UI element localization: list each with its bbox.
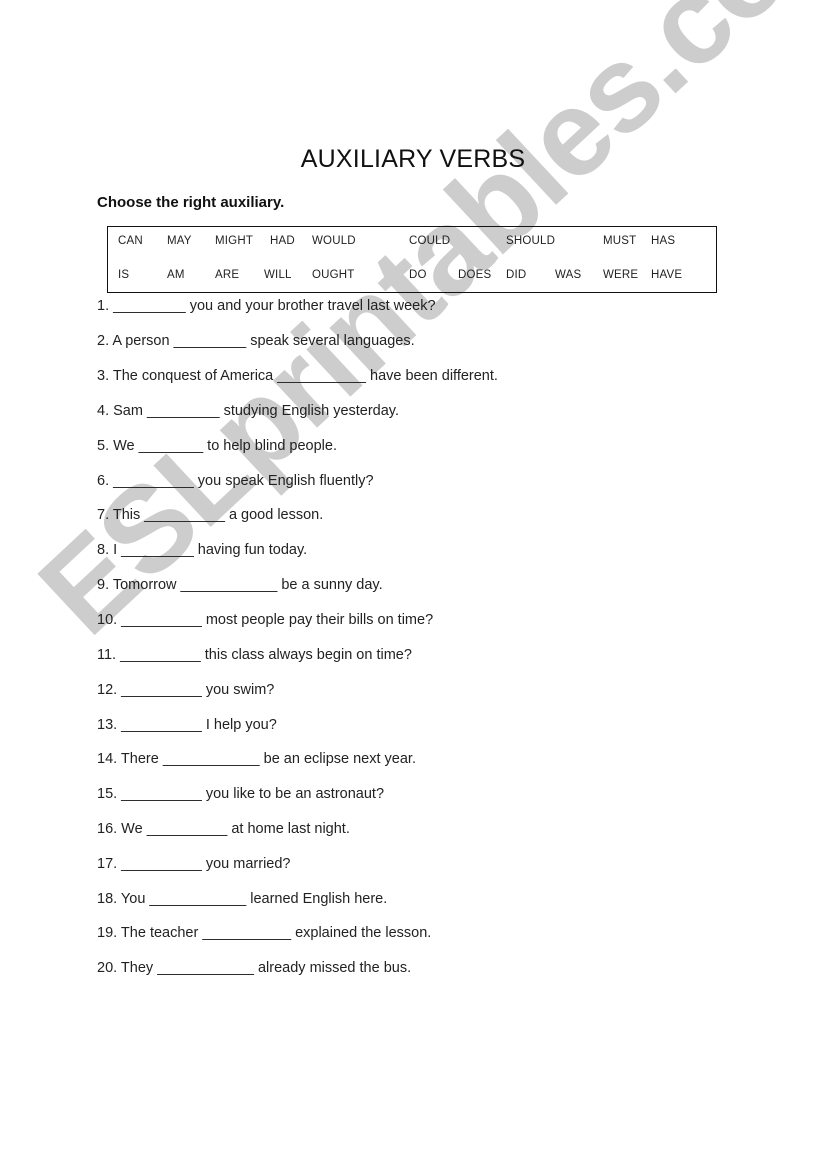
question-item: 5. We ________ to help blind people.	[97, 438, 337, 454]
question-item: 14. There ____________ be an eclipse nex…	[97, 751, 416, 767]
word-bank-item: COULD	[409, 235, 451, 247]
word-bank-item: DO	[409, 269, 427, 281]
word-bank-box: CAN MAY MIGHT HAD WOULD COULD SHOULD MUS…	[107, 226, 717, 293]
question-item: 16. We __________ at home last night.	[97, 821, 350, 837]
word-bank-item: MUST	[603, 235, 637, 247]
word-bank-item: HAVE	[651, 269, 683, 281]
question-item: 19. The teacher ___________ explained th…	[97, 925, 432, 941]
question-item: 4. Sam _________ studying English yester…	[97, 403, 400, 419]
instruction-text: Choose the right auxiliary.	[97, 194, 285, 211]
word-bank-item: DID	[506, 269, 527, 281]
question-item: 2. A person _________ speak several lang…	[97, 333, 415, 349]
question-item: 17. __________ you married?	[97, 856, 291, 872]
question-item: 10. __________ most people pay their bil…	[97, 612, 434, 628]
word-bank-item: WOULD	[312, 235, 356, 247]
word-bank-item: MIGHT	[215, 235, 254, 247]
question-item: 1. _________ you and your brother travel…	[97, 298, 436, 314]
word-bank-item: WERE	[603, 269, 639, 281]
question-item: 13. __________ I help you?	[97, 717, 277, 733]
word-bank-item: OUGHT	[312, 269, 355, 281]
word-bank-item: ARE	[215, 269, 240, 281]
question-item: 11. __________ this class always begin o…	[97, 647, 412, 663]
word-bank-item: IS	[118, 269, 130, 281]
word-bank-item: SHOULD	[506, 235, 556, 247]
question-item: 6. __________ you speak English fluently…	[97, 473, 374, 489]
question-item: 8. I _________ having fun today.	[97, 542, 308, 558]
word-bank-item: MAY	[167, 235, 192, 247]
worksheet-title: AUXILIARY VERBS	[300, 145, 526, 173]
worksheet-page: ESLprintables.com AUXILIARY VERBS Choose…	[0, 0, 826, 1169]
word-bank-item: WAS	[555, 269, 582, 281]
watermark: ESLprintables.com	[13, 0, 826, 660]
question-item: 9. Tomorrow ____________ be a sunny day.	[97, 577, 383, 593]
question-item: 18. You ____________ learned English her…	[97, 891, 388, 907]
word-bank-item: CAN	[118, 235, 143, 247]
word-bank-item: DOES	[458, 269, 492, 281]
question-item: 7. This __________ a good lesson.	[97, 507, 324, 523]
question-item: 15. __________ you like to be an astrona…	[97, 786, 385, 802]
question-item: 20. They ____________ already missed the…	[97, 960, 412, 976]
word-bank-item: HAS	[651, 235, 676, 247]
word-bank-item: WILL	[264, 269, 292, 281]
question-item: 12. __________ you swim?	[97, 682, 275, 698]
word-bank-item: AM	[167, 269, 185, 281]
word-bank-item: HAD	[270, 235, 295, 247]
question-item: 3. The conquest of America ___________ h…	[97, 368, 498, 384]
